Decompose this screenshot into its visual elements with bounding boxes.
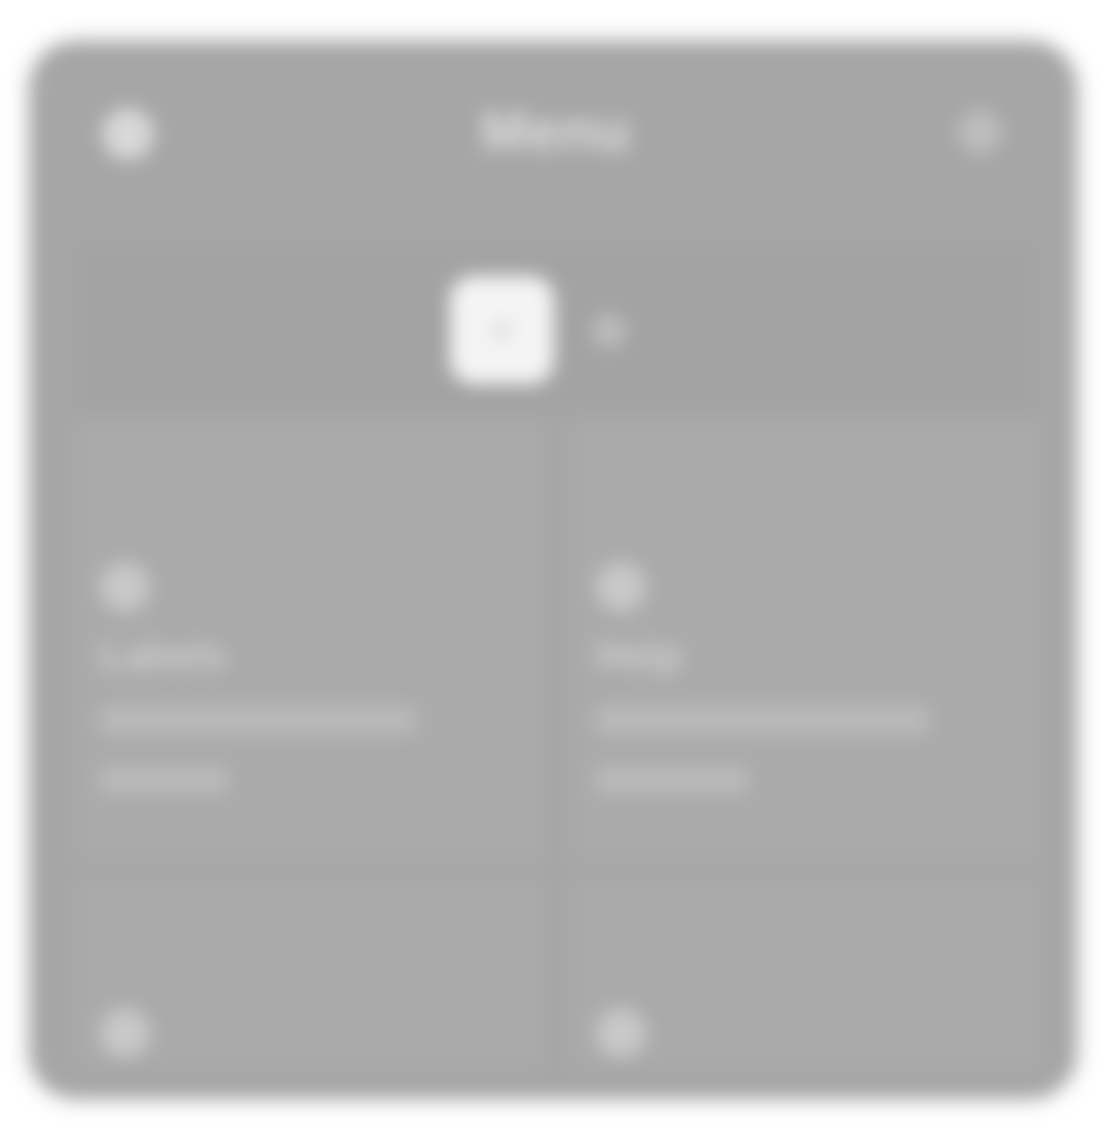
dot-icon[interactable] (592, 314, 626, 348)
card-title: Help (596, 634, 683, 678)
card-description-line (100, 706, 416, 734)
item-icon (596, 1008, 646, 1058)
featured-strip (76, 242, 1036, 412)
card-description-line (100, 766, 228, 794)
screen: Menu Labels Help (0, 0, 1120, 1124)
menu-card-labels[interactable]: Labels (76, 422, 546, 860)
app-tile-icon (493, 321, 511, 339)
item-icon (100, 1008, 150, 1058)
menu-title: Menu (480, 99, 632, 162)
menu-card-help[interactable]: Help (572, 422, 1040, 860)
settings-icon[interactable] (958, 110, 1002, 154)
menu-card[interactable] (572, 880, 1040, 1068)
menu-card[interactable] (76, 880, 546, 1068)
menu-grid: Labels Help (76, 422, 1040, 1068)
menu-header: Menu (76, 90, 1036, 170)
card-title: Labels (100, 634, 227, 678)
item-icon (100, 562, 150, 612)
card-description-line (596, 706, 930, 734)
menu-content: Menu Labels Help (76, 42, 1040, 1098)
card-description-line (596, 766, 748, 794)
app-tile-button[interactable] (450, 276, 554, 384)
menu-panel: Menu Labels Help (30, 42, 1076, 1098)
item-icon (596, 562, 646, 612)
